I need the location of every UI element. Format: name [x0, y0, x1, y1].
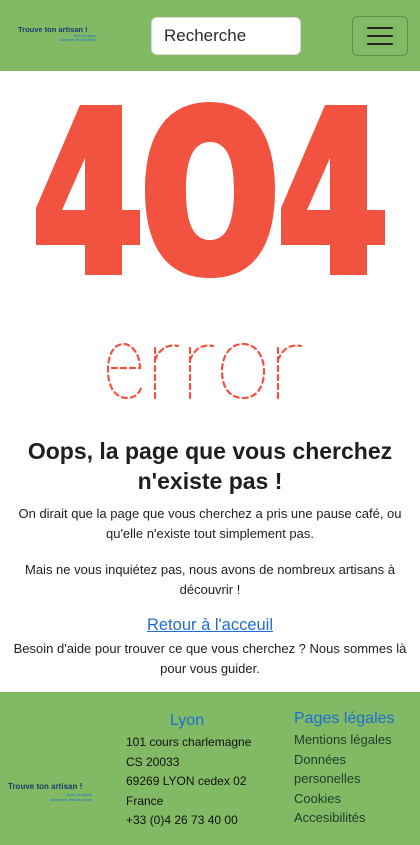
back-home-link[interactable]: Retour à l'acceuil — [0, 616, 420, 635]
footer-logo-tagline-region: Auvergne-Rhône-Alpes — [50, 797, 92, 802]
help-text: Besoin d'aide pour trouver ce que vous c… — [13, 641, 407, 676]
legal-link-cookies[interactable]: Cookies — [294, 789, 404, 809]
error-word-graphic — [106, 342, 303, 400]
error-404-graphic — [36, 102, 385, 278]
address-line: CS 20033 — [126, 754, 180, 769]
site-logo[interactable]: Trouve ton artisan ! Avec la région Auve… — [18, 26, 96, 44]
legal-link-mentions[interactable]: Mentions légales — [294, 730, 404, 750]
intro-text: On dirait que la page que vous cherchez … — [18, 506, 402, 541]
legal-links: Mentions légales Données personelles Coo… — [294, 730, 404, 828]
page-title: Oops, la page que vous cherchez n'existe… — [27, 438, 393, 494]
menu-bar — [367, 27, 393, 29]
menu-bar — [367, 43, 393, 45]
address-title: Lyon — [170, 712, 205, 729]
legal-title: Pages légales — [294, 710, 395, 727]
footer-logo[interactable]: Trouve ton artisan ! Avec la région Auve… — [8, 782, 92, 808]
logo-tagline-region: Auvergne-Rhône-Alpes — [59, 38, 96, 42]
address-line: France — [126, 793, 164, 808]
menu-bar — [367, 35, 393, 37]
phone-number: +33 (0)4 26 73 40 00 — [126, 813, 238, 827]
reassurance-text: Mais ne vous inquiétez pas, nous avons d… — [25, 562, 395, 597]
search-input[interactable] — [151, 17, 301, 55]
logo-title: Trouve ton artisan ! — [18, 25, 88, 34]
hamburger-menu-icon[interactable] — [352, 16, 408, 56]
legal-link-donnees[interactable]: Données personelles — [294, 750, 404, 789]
address-line: 101 cours charlemagne — [126, 735, 252, 749]
address-line: 69269 LYON cedex 02 — [126, 774, 247, 788]
footer-logo-title: Trouve ton artisan ! — [8, 782, 83, 791]
legal-link-accessibilite[interactable]: Accesibilités — [294, 808, 404, 828]
address-block: 101 cours charlemagne CS 20033 69269 LYO… — [126, 733, 251, 831]
site-header: Trouve ton artisan ! Avec la région Auve… — [0, 0, 420, 71]
